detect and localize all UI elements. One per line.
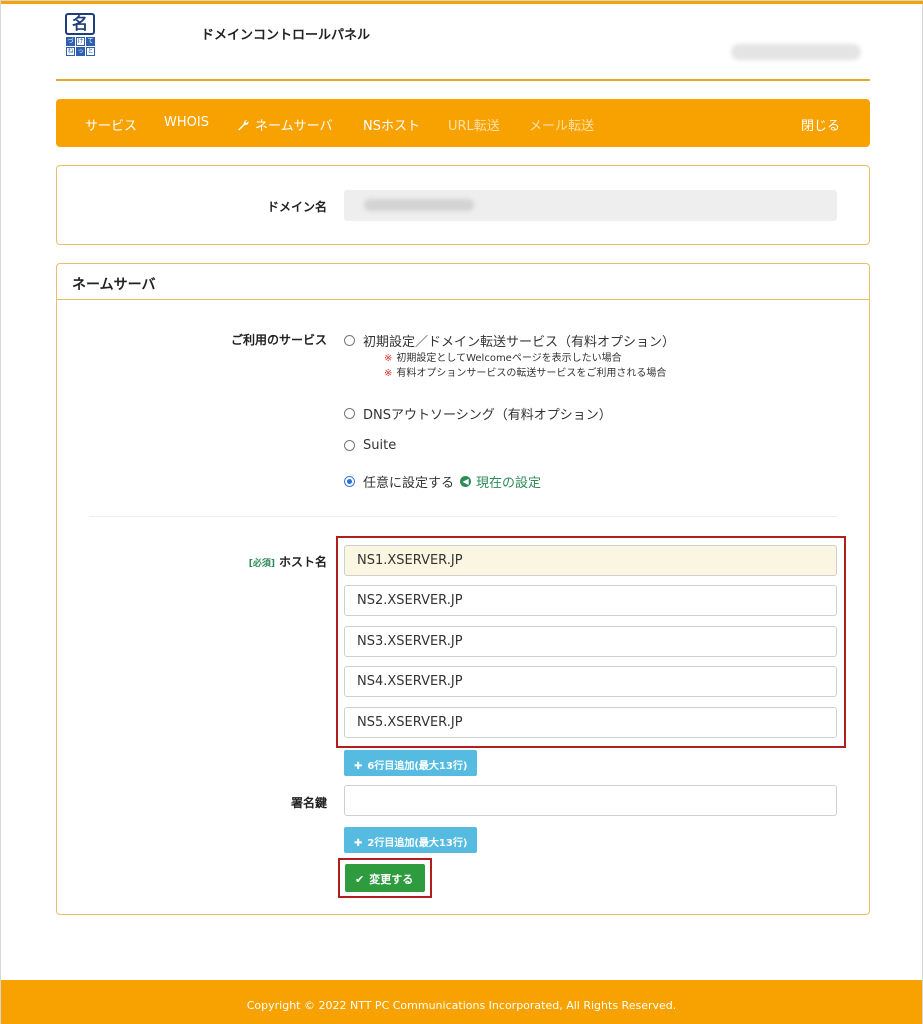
divider <box>89 516 837 517</box>
domain-panel: ドメイン名 <box>56 165 870 245</box>
host-name-label-text: ホスト名 <box>278 555 327 569</box>
plus-icon: ✚ <box>354 761 363 772</box>
nav-item-nameserver[interactable]: ネームサーバ <box>237 115 332 134</box>
wrench-icon <box>238 120 249 131</box>
note-text: 初期設定としてWelcomeページを表示したい場合 <box>396 353 622 364</box>
logo-grid: づ け て ね っ と <box>66 37 95 56</box>
header: 名 づ け て ね っ と ドメインコントロールパネル <box>56 4 870 81</box>
note-mark: ※ <box>384 353 393 364</box>
host-input-3[interactable] <box>344 626 837 657</box>
nameserver-panel: ネームサーバ ご利用のサービス 初期設定／ドメイン転送サービス（有料オプション）… <box>56 263 870 915</box>
option-dns-outsourcing[interactable]: DNSアウトソーシング（有料オプション） <box>344 404 612 423</box>
plus-icon: ✚ <box>354 838 363 849</box>
submit-button[interactable]: ✔ 変更する <box>345 864 425 892</box>
option-label: Suite <box>363 438 397 453</box>
option-custom[interactable]: 任意に設定する ◀ 現在の設定 <box>344 472 541 491</box>
add-signature-rows-button[interactable]: ✚ 2行目追加(最大13行) <box>344 827 478 853</box>
host-name-label: [必須] ホスト名 <box>207 553 327 570</box>
add-signature-rows-label: 2行目追加(最大13行) <box>367 838 468 849</box>
option-label: 初期設定／ドメイン転送サービス（有料オプション） <box>363 335 676 350</box>
copyright-text: Copyright © 2022 NTT PC Communications I… <box>246 999 677 1012</box>
host-input-2[interactable] <box>344 585 837 616</box>
option-suite[interactable]: Suite <box>344 438 396 453</box>
domain-name-field <box>344 190 837 221</box>
option-label: DNSアウトソーシング（有料オプション） <box>363 408 612 423</box>
option-initial-setting[interactable]: 初期設定／ドメイン転送サービス（有料オプション） <box>344 331 675 350</box>
account-name-redacted <box>731 44 861 60</box>
signature-key-input[interactable] <box>344 785 837 816</box>
app-title: ドメインコントロールパネル <box>201 28 371 43</box>
note-text: 有料オプションサービスの転送サービスをご利用される場合 <box>396 368 667 379</box>
note-welcome: ※ 初期設定としてWelcomeページを表示したい場合 <box>384 349 622 364</box>
logo-char: っ <box>76 47 85 56</box>
domain-name-redacted <box>364 199 474 211</box>
radio-button[interactable] <box>344 335 355 346</box>
option-label: 任意に設定する <box>363 476 455 491</box>
logo-char: て <box>86 37 95 46</box>
footer: Copyright © 2022 NTT PC Communications I… <box>1 980 922 1024</box>
host-input-1[interactable] <box>344 545 837 576</box>
required-tag: [必須] <box>248 559 275 569</box>
submit-label: 変更する <box>369 873 414 886</box>
radio-button[interactable] <box>344 408 355 419</box>
service-label: ご利用のサービス <box>230 333 327 347</box>
add-host-rows-label: 6行目追加(最大13行) <box>367 761 468 772</box>
logo-char: ね <box>66 47 75 56</box>
domain-label: ドメイン名 <box>266 200 327 214</box>
note-forward: ※ 有料オプションサービスの転送サービスをご利用される場合 <box>384 364 666 379</box>
logo-char: と <box>86 47 95 56</box>
logo-char: づ <box>66 37 75 46</box>
host-input-5[interactable] <box>344 707 837 738</box>
nav-item-mail-forward[interactable]: メール転送 <box>529 115 594 134</box>
logo-mark: 名 <box>65 13 95 35</box>
close-button[interactable]: 閉じる <box>801 115 840 134</box>
add-host-rows-button[interactable]: ✚ 6行目追加(最大13行) <box>344 750 478 776</box>
nav-item-whois[interactable]: WHOIS <box>164 115 209 130</box>
check-icon: ✔ <box>355 873 365 886</box>
signature-key-label: 署名鍵 <box>290 796 327 810</box>
radio-button-checked[interactable] <box>344 476 355 487</box>
main-nav: サービス WHOIS ネームサーバ NSホスト URL転送 メール転送 閉じる <box>56 99 870 147</box>
arrow-left-circle-icon: ◀ <box>460 476 472 487</box>
logo[interactable]: 名 づ け て ね っ と <box>65 13 95 59</box>
panel-title: ネームサーバ <box>57 264 869 300</box>
logo-char: け <box>76 37 85 46</box>
current-setting-label: 現在の設定 <box>476 476 542 491</box>
nav-item-ns-host[interactable]: NSホスト <box>363 115 420 134</box>
nav-item-url-forward[interactable]: URL転送 <box>448 115 500 134</box>
host-input-4[interactable] <box>344 666 837 697</box>
current-setting-link[interactable]: ◀ 現在の設定 <box>460 472 541 491</box>
radio-button[interactable] <box>344 440 355 451</box>
note-mark: ※ <box>384 368 393 379</box>
nav-item-service[interactable]: サービス <box>85 115 137 134</box>
nav-item-nameserver-label: ネームサーバ <box>255 119 333 134</box>
